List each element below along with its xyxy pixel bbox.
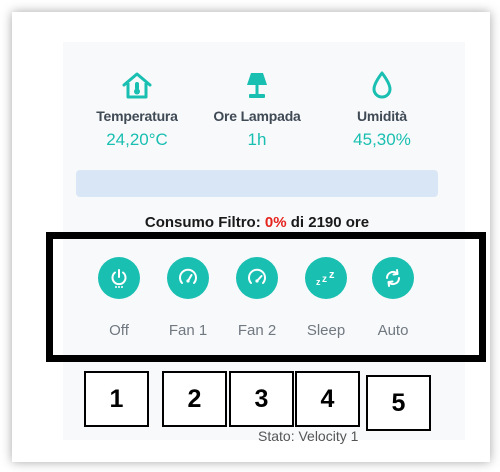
filter-consumption-suffix: di 2190 ore bbox=[286, 214, 370, 231]
humidity-label: Umidità bbox=[357, 108, 407, 124]
filter-consumption-percent: 0% bbox=[264, 214, 287, 231]
home-thermometer-icon bbox=[77, 70, 197, 100]
metric-temperature: Temperatura 24,20°C bbox=[77, 70, 197, 150]
metric-lamp-hours: Ore Lampada 1h bbox=[197, 70, 317, 150]
annotation-box-5: 5 bbox=[366, 375, 431, 431]
temperature-label: Temperatura bbox=[96, 108, 178, 124]
annotation-box-3: 3 bbox=[229, 371, 294, 427]
status-text: Stato: Velocity 1 bbox=[258, 428, 359, 444]
annotation-box-4: 4 bbox=[295, 371, 360, 427]
mode-highlight-frame bbox=[46, 232, 486, 362]
annotation-box-1: 1 bbox=[84, 371, 149, 427]
lamp-hours-label: Ore Lampada bbox=[213, 108, 301, 124]
temperature-value: 24,20°C bbox=[106, 130, 168, 149]
annotation-box-2: 2 bbox=[162, 371, 227, 427]
filter-consumption-prefix: Consumo Filtro: bbox=[144, 214, 265, 231]
metric-humidity: Umidità 45,30% bbox=[322, 70, 442, 150]
filter-consumption-text: Consumo Filtro: 0% di 2190 ore bbox=[76, 214, 438, 231]
lamp-hours-value: 1h bbox=[247, 130, 267, 149]
filter-progress-bar bbox=[76, 170, 438, 197]
humidity-value: 45,30% bbox=[353, 130, 411, 149]
lamp-icon bbox=[197, 70, 317, 100]
water-drop-icon bbox=[322, 70, 442, 100]
